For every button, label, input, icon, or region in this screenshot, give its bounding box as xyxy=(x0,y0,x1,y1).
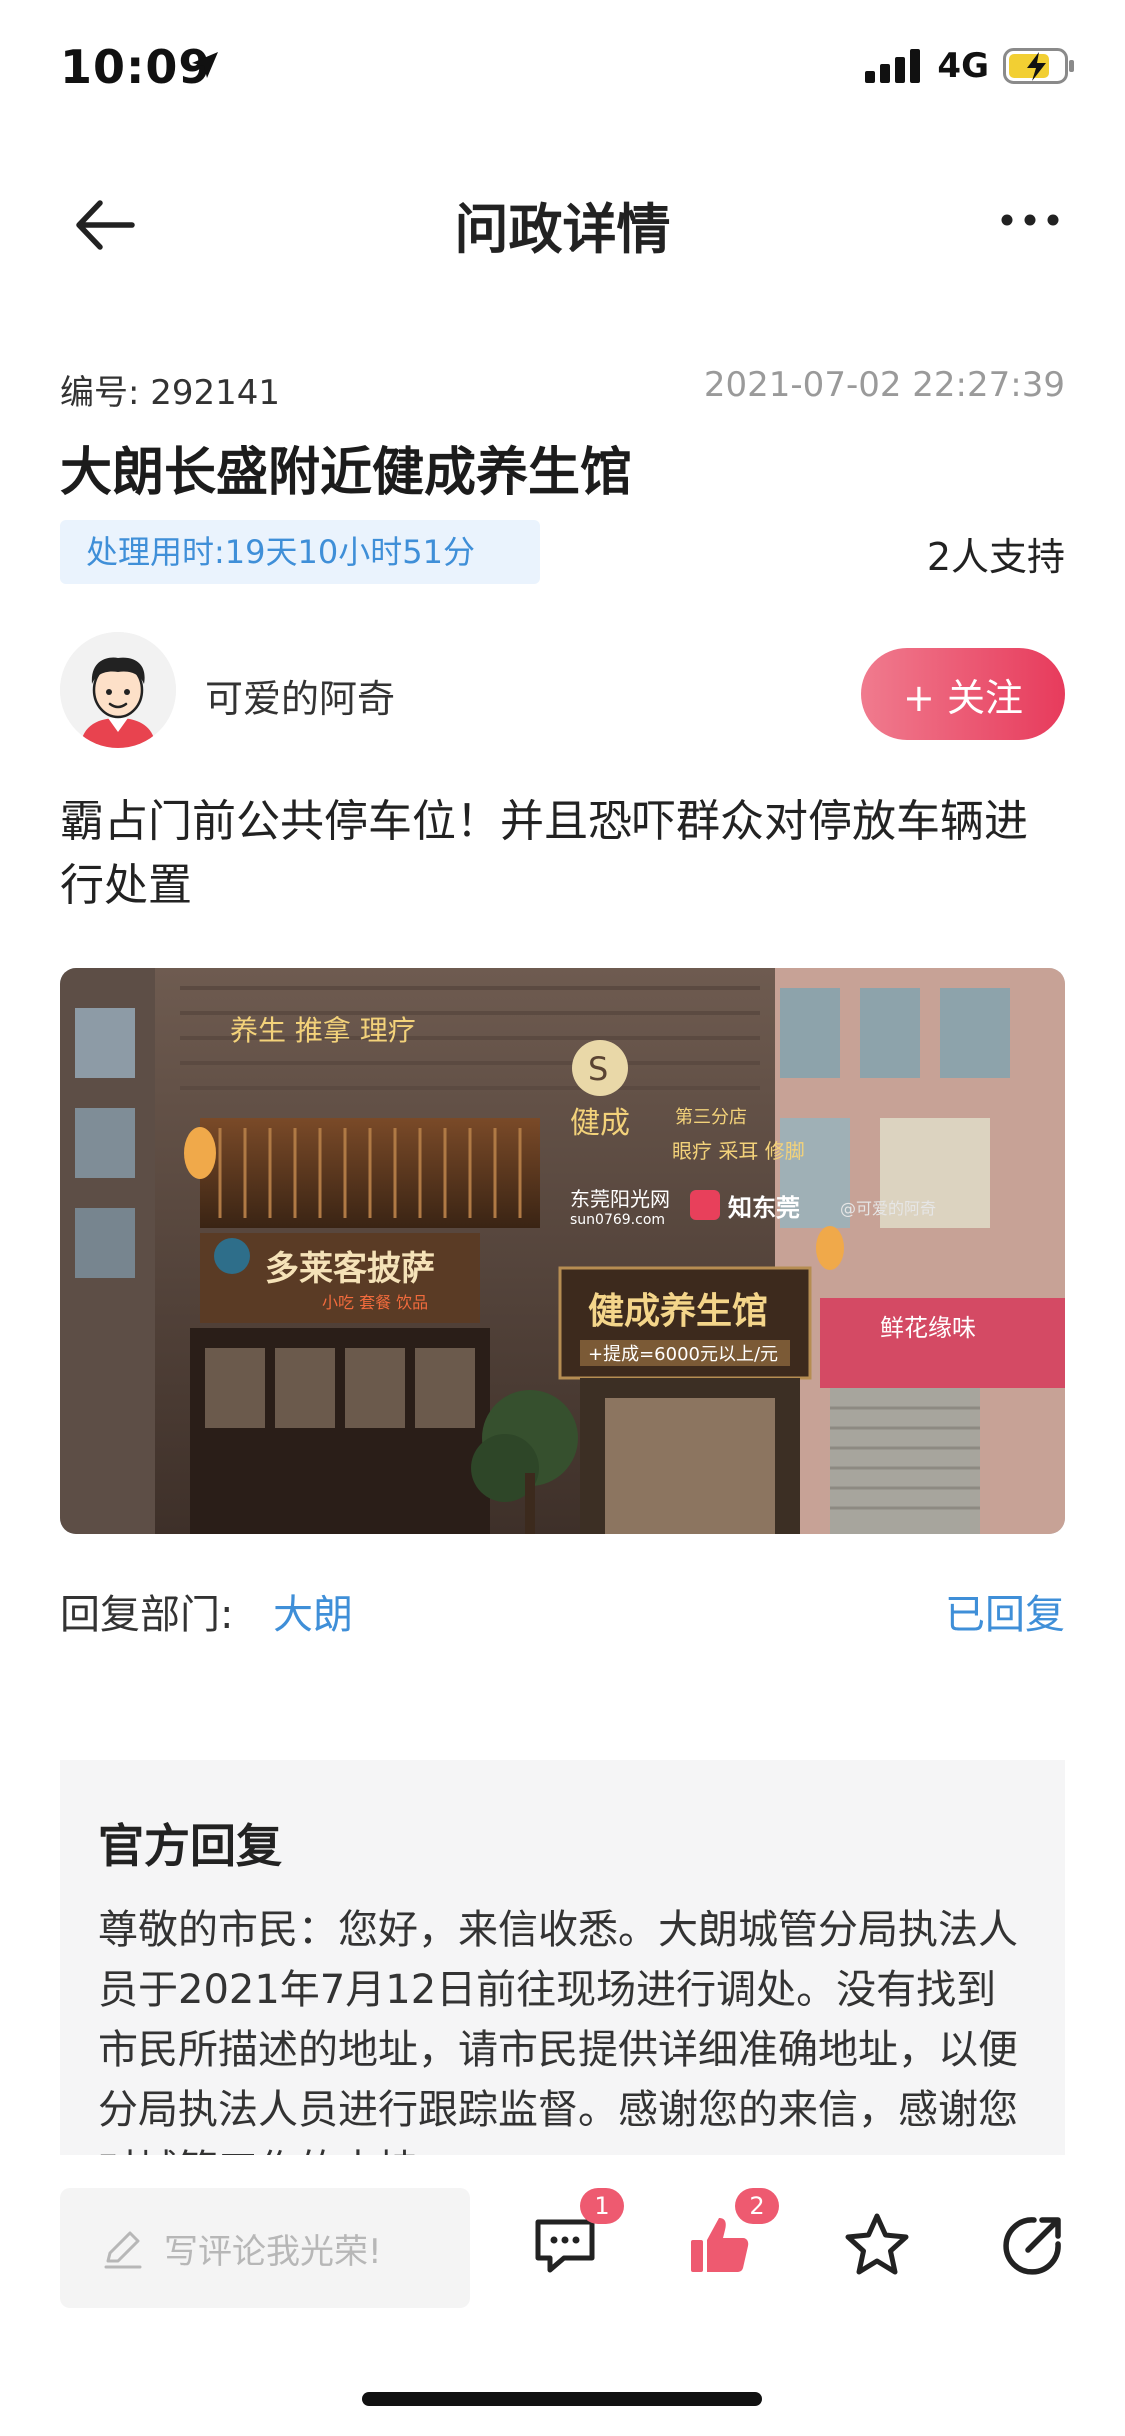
processing-time-badge: 处理用时:19天10小时51分 xyxy=(60,520,540,584)
like-button[interactable]: 2 xyxy=(685,2188,779,2280)
store-name: 健成 xyxy=(570,1106,630,1141)
banner-top: 养生 推拿 理疗 xyxy=(230,1014,416,1047)
pencil-icon xyxy=(104,2231,142,2269)
post-datetime: 2021-07-02 22:27:39 xyxy=(703,365,1065,405)
watermark-brand: 知东莞 xyxy=(728,1194,800,1222)
reply-dept-link[interactable]: 大朗 xyxy=(273,1582,353,1640)
share-icon[interactable] xyxy=(998,2210,1068,2280)
signal-icon xyxy=(865,49,921,83)
page-title: 问政详情 xyxy=(454,198,671,261)
like-count-badge: 2 xyxy=(735,2188,779,2224)
official-reply-text: 尊敬的市民：您好，来信收悉。大朗城管分局执法人员于2021年7月12日前往现场进… xyxy=(98,1907,1018,2155)
watermark-author: @可爱的阿奇 xyxy=(840,1199,936,1218)
follow-label: + 关注 xyxy=(903,675,1023,720)
official-reply-title: 官方回复 xyxy=(98,1819,282,1873)
left-shop-sign: 多莱客披萨 xyxy=(265,1249,435,1289)
avatar-illustration xyxy=(60,632,176,748)
reply-dept-label: 回复部门: xyxy=(60,1592,234,1638)
support-count: 2人支持 xyxy=(926,535,1065,579)
location-arrow-icon xyxy=(192,52,218,78)
svg-text:S: S xyxy=(588,1050,608,1088)
storefront-photo: 鲜花缘味 养生 推拿 理疗 S 健成 第三分店 眼疗 采耳 修脚 多莱客披萨 小… xyxy=(60,968,1065,1534)
comment-placeholder: 写评论我光荣! xyxy=(164,2231,382,2272)
more-icon[interactable] xyxy=(995,200,1065,240)
post-content: 霸占门前公共停车位！并且恐吓群众对停放车辆进行处置 xyxy=(60,796,1028,911)
network-type: 4G xyxy=(937,46,989,86)
post-number: 编号: 292141 xyxy=(60,373,281,413)
avatar[interactable] xyxy=(60,632,176,748)
comment-count-badge: 1 xyxy=(580,2188,624,2224)
home-indicator[interactable] xyxy=(362,2392,762,2406)
status-icons: 4G xyxy=(865,46,1075,86)
follow-button[interactable]: + 关注 xyxy=(861,648,1065,740)
comment-button[interactable]: 1 xyxy=(530,2188,624,2280)
author-name[interactable]: 可爱的阿奇 xyxy=(205,668,395,723)
post-photo[interactable]: 鲜花缘味 养生 推拿 理疗 S 健成 第三分店 眼疗 采耳 修脚 多莱客披萨 小… xyxy=(60,968,1065,1534)
store-services: 眼疗 采耳 修脚 xyxy=(672,1139,805,1163)
reply-status: 已回复 xyxy=(945,1592,1065,1638)
right-shop-sign: 鲜花缘味 xyxy=(880,1314,976,1342)
main-sign: 健成养生馆 xyxy=(588,1290,768,1332)
watermark-url: sun0769.com xyxy=(570,1212,665,1228)
battery-charging-icon xyxy=(1003,48,1074,84)
store-branch: 第三分店 xyxy=(675,1107,747,1128)
post-title: 大朗长盛附近健成养生馆 xyxy=(60,443,633,503)
promo-sign: +提成=6000元以上/元 xyxy=(588,1344,778,1365)
status-time: 10:09 xyxy=(60,40,212,94)
official-reply-card: 官方回复 尊敬的市民：您好，来信收悉。大朗城管分局执法人员于2021年7月12日… xyxy=(60,1760,1065,2155)
comment-input[interactable]: 写评论我光荣! xyxy=(60,2188,470,2308)
star-icon[interactable] xyxy=(842,2210,912,2280)
left-shop-subsign: 小吃 套餐 饮品 xyxy=(322,1293,428,1312)
watermark-site: 东莞阳光网 xyxy=(570,1187,670,1211)
